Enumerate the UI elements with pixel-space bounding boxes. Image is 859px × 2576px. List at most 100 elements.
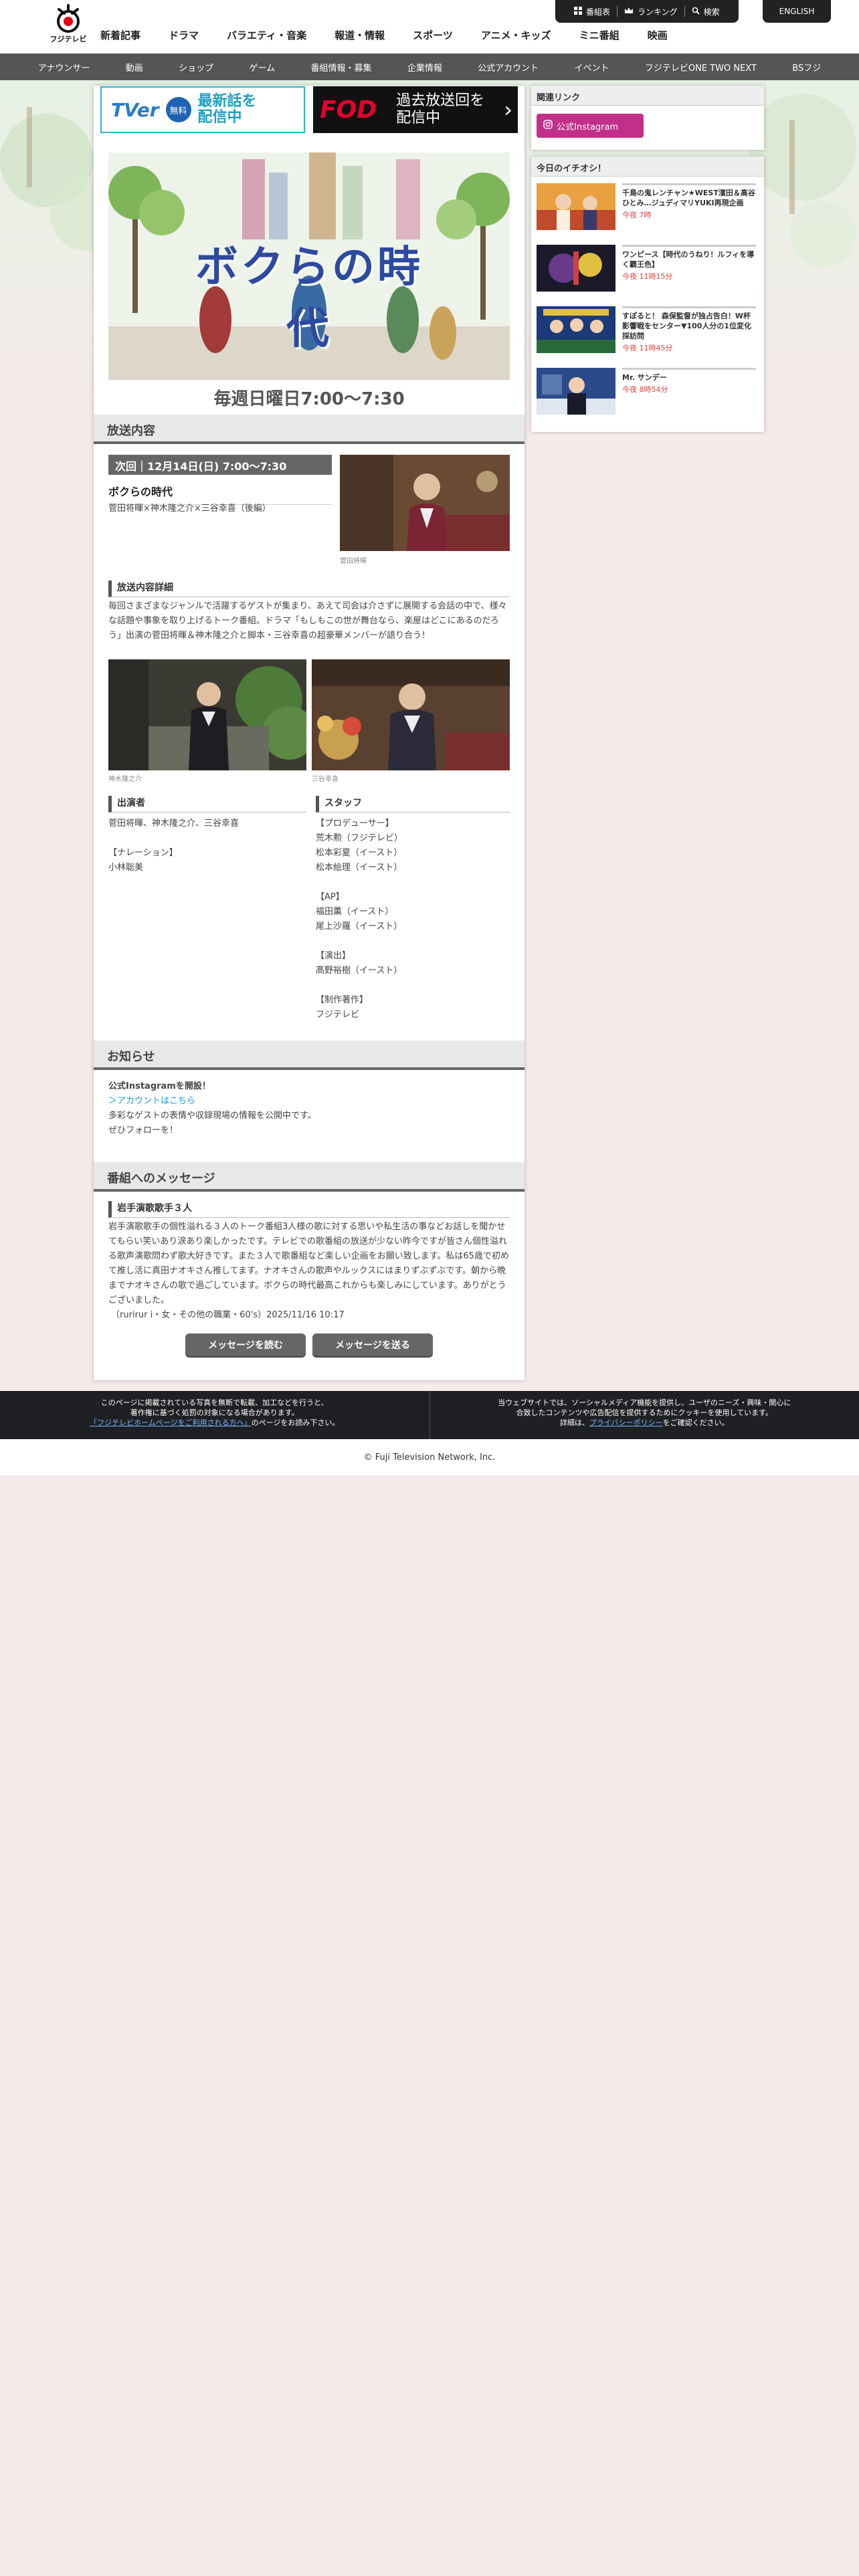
instagram-button[interactable]: 公式Instagram [537,114,644,138]
fod-text-line2: 配信中 [396,110,441,126]
subnav-item-one-two-next[interactable]: フジテレビONE TWO NEXT [645,61,757,74]
tver-text-line1: 最新話を [197,93,257,110]
fod-banner[interactable]: FOD 過去放送回を 配信中 › [313,86,518,133]
search-link[interactable]: 検索 [685,6,727,17]
broadcast-schedule: 毎週日曜日7:00〜7:30 [213,389,405,409]
usage-policy-link[interactable]: 「フジテレビホームページをご利用される方へ」 [90,1418,251,1427]
nav-item-news[interactable]: 新着記事 [100,28,140,47]
news-line: 多彩なゲストの表情や収録現場の情報を公開中です。 [108,1111,316,1121]
nav-item-movie[interactable]: 映画 [648,28,668,47]
nav-item-mini[interactable]: ミニ番組 [579,28,619,47]
tver-text-line2: 配信中 [197,109,242,126]
news-line: ぜひフォローを！ [108,1125,179,1136]
send-message-button[interactable]: メッセージを送る [312,1333,433,1356]
chevron-right-icon: › [504,97,512,122]
fujitv-logo[interactable]: フジテレビ [48,4,88,48]
photo-caption: 菅田将暉 [340,558,367,565]
nav-item-variety[interactable]: バラエティ・音楽 [227,28,306,47]
pick-time: 今夜 8時54分 [622,385,668,394]
nav-item-anime[interactable]: アニメ・キッズ [481,28,551,47]
tver-logo: TVer [111,98,159,121]
pick-item[interactable]: Mr. サンデー 今夜 8時54分 [531,361,764,423]
todays-picks-title: 今日のイチオシ！ [531,156,764,177]
footer-disclaimer: このページに掲載されている写真を無断で転載、加工などを行うと、 著作権に基づく処… [0,1391,859,1439]
sub-nav: アナウンサー 動画 ショップ ゲーム 番組情報・募集 企業情報 公式アカウント … [0,53,859,80]
cast-block: 出演者 菅田将暉、神木隆之介、三谷幸喜 【ナレーション】 小林聡美 [108,796,306,875]
fod-logo: FOD [320,96,377,124]
todays-picks-box: 今日のイチオシ！ 千鳥の鬼レンチャン★WEST濱田＆高谷ひとみ…ジュディマリYU… [531,156,764,432]
streaming-banners: TVer 無料 最新話を 配信中 FOD 過去放送回を 配信中 › [100,86,518,134]
header-toolbar: 番組表 ランキング 検索 [555,0,739,23]
detail-text: 毎回さまざまなジャンルで活躍するゲストが集まり、あえて司会は介さずに展開する会話… [108,601,507,641]
news-body: 公式Instagramを開設！ ＞アカウントはこちら 多彩なゲストの表情や収録現… [108,1079,510,1138]
next-broadcast-badge: 次回｜12月14日(日) 7:00〜7:30 [108,455,332,475]
subnav-item-shop[interactable]: ショップ [179,61,213,74]
grid-icon [574,6,582,17]
pick-title: Mr. サンデー [622,373,667,382]
main-nav: 新着記事 ドラマ バラエティ・音楽 報道・情報 スポーツ アニメ・キッズ ミニ番… [100,28,696,47]
section-title-news: お知らせ [94,1041,524,1070]
pick-item[interactable]: 千鳥の鬼レンチャン★WEST濱田＆高谷ひとみ…ジュディマリYUKI再現企画 今夜… [531,177,764,238]
staff-block: スタッフ 【プロデューサー】 荒木勲（フジテレビ） 松本彩夏（イースト） 松本絵… [316,796,510,1023]
message-signature: （rurirur i・女・その他の職業・60's）2025/11/16 10:1… [111,1310,345,1320]
english-button[interactable]: ENGLISH [763,0,831,23]
staff-text: 【プロデューサー】 荒木勲（フジテレビ） 松本彩夏（イースト） 松本絵理（イース… [316,819,403,1020]
cookie-line: 当ウェブサイトでは、ソーシャルメディア機能を提供し、ユーザのニーズ・興味・関心に [498,1398,791,1407]
pick-title: すぽると！ 森保監督が独占告白！W杯影響戦をセンター▼100人分の1位変化採訪問 [622,312,752,340]
cookie-line: をご確認ください。 [662,1418,729,1427]
detail-heading: 放送内容詳細 [108,580,510,597]
section-title-messages: 番組へのメッセージ [94,1162,524,1192]
subnav-item-corporate[interactable]: 企業情報 [407,61,442,74]
pick-item[interactable]: ワンピース【時代のうねり！ルフィを導く覇王色】 今夜 11時15分 [531,238,764,300]
subnav-item-bs-fuji[interactable]: BSフジ [792,61,821,74]
logo-text: フジテレビ [50,35,87,43]
search-icon [692,7,700,17]
crown-icon [624,7,634,17]
nav-item-news-info[interactable]: 報道・情報 [335,28,385,47]
pick-thumbnail [537,245,615,292]
subnav-item-announcer[interactable]: アナウンサー [38,61,90,74]
site-header: フジテレビ 新着記事 ドラマ バラエティ・音楽 報道・情報 スポーツ アニメ・キ… [0,0,859,53]
ranking-label: ランキング [638,7,678,17]
main-content: TVer 無料 最新話を 配信中 FOD 過去放送回を 配信中 › ボクらの時代… [94,86,524,1380]
pick-thumbnail [537,183,615,230]
instagram-account-link[interactable]: ＞アカウントはこちら [108,1094,510,1109]
cast-text: 菅田将暉、神木隆之介、三谷幸喜 【ナレーション】 小林聡美 [108,819,240,873]
pick-title: ワンピース【時代のうねり！ルフィを導く覇王色】 [622,250,755,269]
pick-thumbnail [537,368,615,415]
nav-item-drama[interactable]: ドラマ [169,28,199,47]
staff-heading: スタッフ [316,796,510,813]
privacy-policy-link[interactable]: プライバシーポリシー [589,1418,663,1427]
tver-free-badge: 無料 [165,97,191,122]
program-logo-title: ボクらの時代 [195,243,423,354]
cookie-line: 詳細は、 [559,1418,589,1427]
subnav-item-program-info[interactable]: 番組情報・募集 [310,61,371,74]
pick-time: 今夜 7時 [622,211,652,219]
cast-photo-mitani [312,659,510,770]
cookie-notice: 当ウェブサイトでは、ソーシャルメディア機能を提供し、ユーザのニーズ・興味・関心に… [430,1391,859,1439]
subnav-item-video[interactable]: 動画 [126,61,143,74]
section-title-broadcast: 放送内容 [94,415,524,444]
episode-cast: 菅田将暉×神木隆之介×三谷幸喜（後編） [108,504,271,514]
subnav-item-official-accounts[interactable]: 公式アカウント [478,61,539,74]
cookie-line: 合致したコンテンツや広告配信を提供するためにクッキーを使用しています。 [516,1408,773,1417]
pick-item[interactable]: すぽると！ 森保監督が独占告白！W杯影響戦をセンター▼100人分の1位変化採訪問… [531,300,764,361]
photo-caption: 神木隆之介 [108,776,142,783]
subnav-item-game[interactable]: ゲーム [249,61,275,74]
cast-photo-suda [340,455,510,551]
fod-text-line1: 過去放送回を [396,92,485,109]
ranking-link[interactable]: ランキング [617,6,684,17]
program-key-visual: ボクらの時代 [108,152,510,380]
schedule-link[interactable]: 番組表 [567,6,617,17]
nav-item-sports[interactable]: スポーツ [413,28,453,47]
subnav-item-event[interactable]: イベント [575,61,609,74]
news-headline: 公式Instagramを開設！ [108,1081,211,1091]
search-label: 検索 [703,7,720,17]
pick-title: 千鳥の鬼レンチャン★WEST濱田＆高谷ひとみ…ジュディマリYUKI再現企画 [622,189,755,207]
read-messages-button[interactable]: メッセージを読む [185,1333,306,1356]
copyright-notice: このページに掲載されている写真を無断で転載、加工などを行うと、 著作権に基づく処… [0,1391,430,1439]
message-buttons: メッセージを読む メッセージを送る [94,1333,524,1356]
tver-banner[interactable]: TVer 無料 最新話を 配信中 [100,86,305,133]
schedule-label: 番組表 [586,7,611,17]
photo-caption: 三谷幸喜 [312,776,339,783]
